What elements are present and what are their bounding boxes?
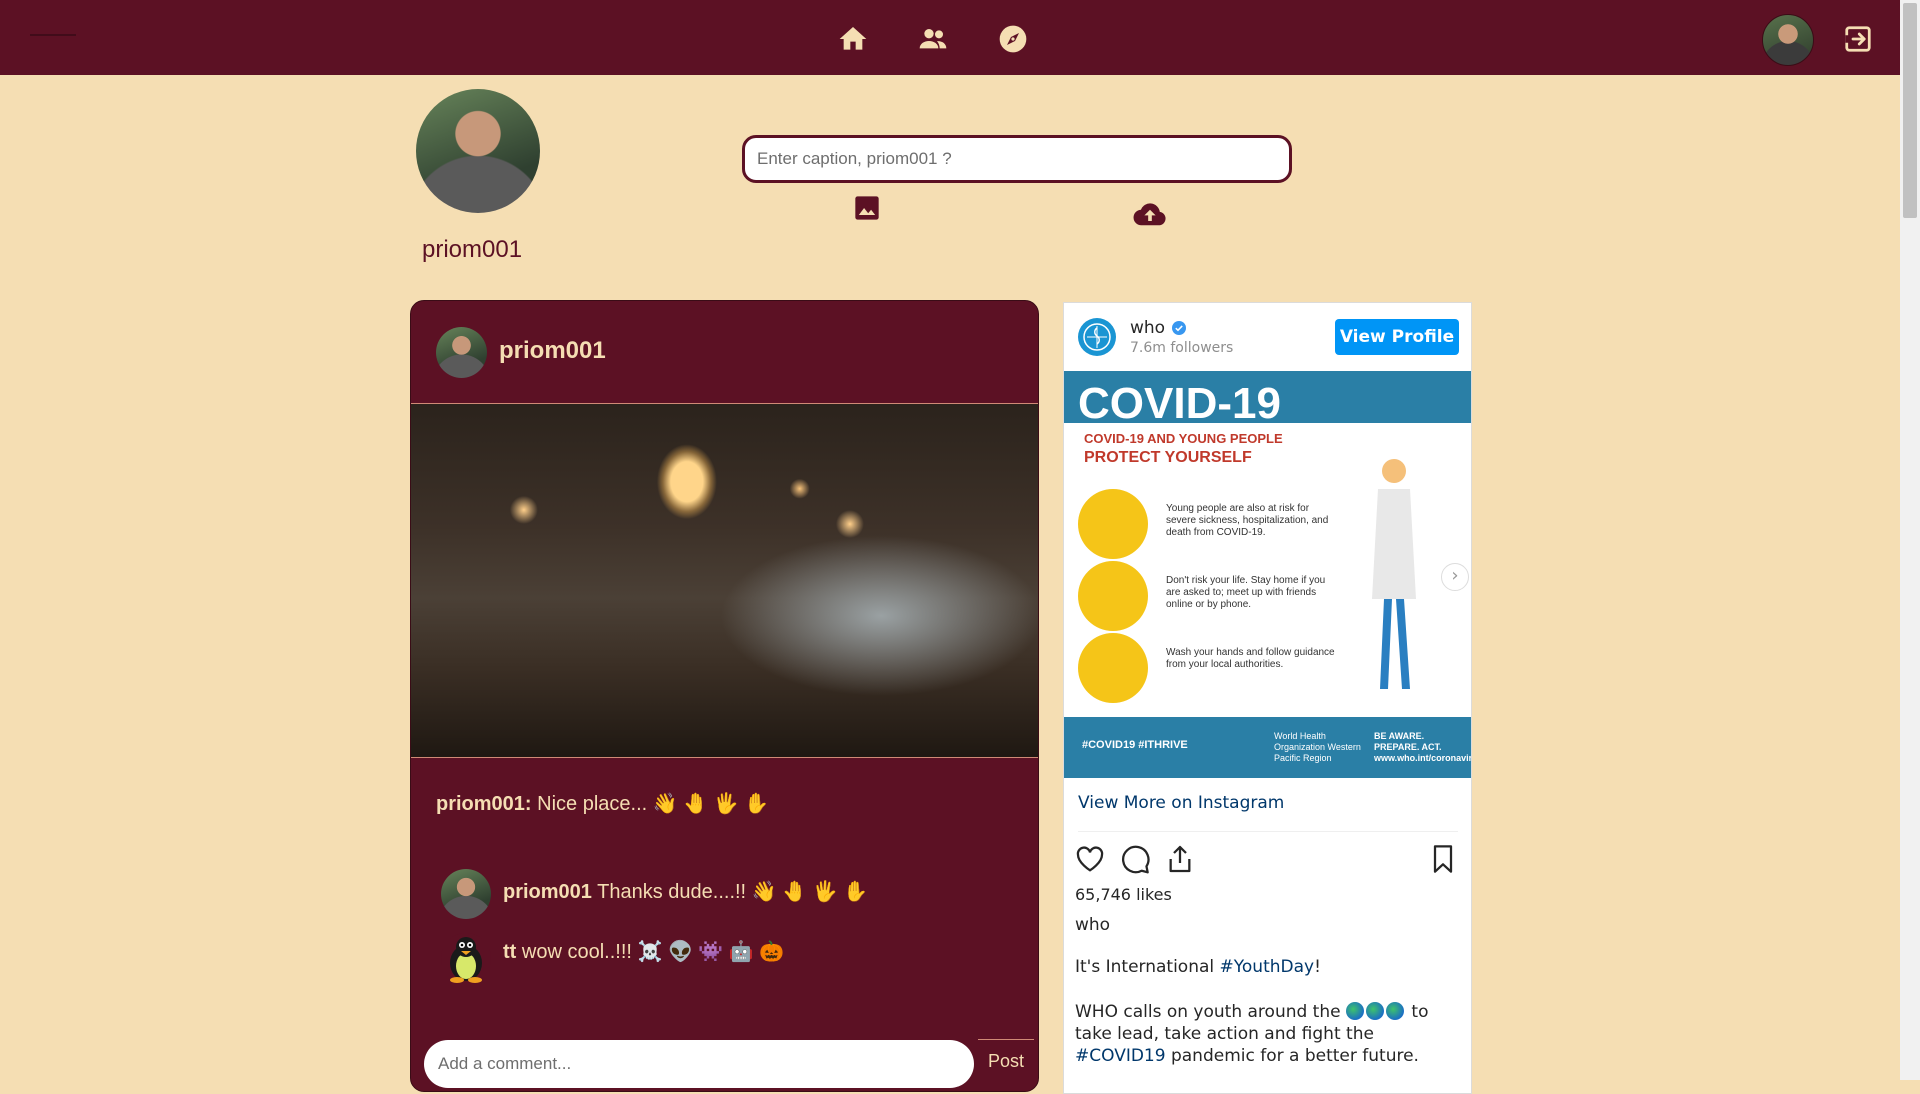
who-logo[interactable]	[1078, 318, 1116, 356]
post-caption-user: priom001:	[436, 793, 532, 815]
post-card: priom001 priom001: Nice place... 👋 🤚 🖐 ✋…	[410, 300, 1039, 1092]
home-person-icon	[1078, 561, 1148, 631]
covid-tags: #COVID19 #ITHRIVE	[1082, 739, 1188, 751]
post-author-avatar[interactable]	[436, 327, 487, 378]
hand-wash-icon	[1078, 633, 1148, 703]
post-caption: priom001: Nice place... 👋 🤚 🖐 ✋	[436, 791, 769, 816]
covid-title: COVID-19	[1078, 379, 1281, 428]
embed-post-image[interactable]: COVID-19 COVID-19 AND YOUNG PEOPLE PROTE…	[1064, 371, 1471, 778]
embed-caption-line: It's International #YouthDay!	[1075, 957, 1321, 977]
comment-text: wow cool..!!! ☠️ 👽 👾 🤖 🎃	[521, 941, 785, 963]
caption-input[interactable]	[742, 135, 1292, 183]
aware-label: BE AWARE. PREPARE. ACT. www.who.int/coro…	[1374, 731, 1471, 763]
top-navbar	[0, 0, 1900, 75]
embed-followers: 7.6m followers	[1130, 340, 1234, 356]
logo[interactable]	[30, 34, 76, 36]
tux-avatar-icon	[441, 933, 491, 983]
comment-user: tt	[503, 941, 517, 963]
globe-icon	[1386, 1002, 1404, 1020]
bookmark-icon[interactable]	[1427, 843, 1459, 875]
profile-avatar[interactable]	[416, 89, 540, 213]
covid-tip-text: Young people are also at risk for severe…	[1166, 503, 1329, 538]
covid-subtitle: COVID-19 AND YOUNG PEOPLE	[1084, 431, 1283, 446]
virus-icon	[1078, 489, 1148, 559]
explore-icon[interactable]	[997, 23, 1029, 55]
image-icon[interactable]	[853, 194, 881, 222]
embed-caption-user[interactable]: who	[1075, 915, 1110, 935]
view-more-link[interactable]: View More on Instagram	[1078, 793, 1284, 813]
caption-text: !	[1314, 957, 1321, 977]
who-region-label: World Health Organization Western Pacifi…	[1274, 731, 1361, 763]
scrollbar-thumb[interactable]	[1903, 3, 1917, 218]
hashtag-link[interactable]: #YouthDay	[1220, 957, 1315, 977]
comment-avatar	[441, 869, 491, 919]
caption-text: It's International	[1075, 957, 1220, 977]
comment-text: Thanks dude....!! 👋 🤚 🖐 ✋	[597, 881, 868, 903]
comment-icon[interactable]	[1119, 843, 1151, 875]
friends-icon[interactable]	[917, 23, 949, 55]
caption-text: WHO calls on youth around the	[1075, 1002, 1346, 1022]
share-icon[interactable]	[1164, 843, 1196, 875]
home-icon[interactable]	[837, 23, 869, 55]
covid-heading: PROTECT YOURSELF	[1084, 449, 1252, 466]
logout-icon[interactable]	[1843, 24, 1873, 54]
instagram-embed: who 7.6m followers View Profile COVID-19…	[1063, 302, 1472, 1094]
upload-icon[interactable]	[1133, 200, 1167, 228]
divider	[1078, 831, 1458, 832]
view-profile-button[interactable]: View Profile	[1335, 319, 1459, 355]
post-image	[411, 403, 1038, 758]
covid-footer: #COVID19 #ITHRIVE World Health Organizat…	[1064, 717, 1471, 778]
post-author-name[interactable]: priom001	[499, 337, 606, 365]
hashtag-link[interactable]: #COVID19	[1075, 1046, 1166, 1066]
globe-icon	[1346, 1002, 1364, 1020]
post-caption-text: Nice place... 👋 🤚 🖐 ✋	[537, 793, 770, 815]
user-avatar[interactable]	[1762, 14, 1814, 66]
comment-user: priom001	[503, 881, 592, 903]
verified-badge-icon	[1171, 320, 1187, 336]
embed-caption-line: WHO calls on youth around the to take le…	[1075, 1001, 1460, 1067]
comment-input[interactable]	[424, 1040, 974, 1088]
caption-text: pandemic for a better future.	[1165, 1046, 1419, 1066]
profile-username: priom001	[422, 236, 523, 263]
heart-icon[interactable]	[1074, 843, 1106, 875]
embed-account-name[interactable]: who	[1130, 318, 1165, 338]
next-slide-button[interactable]: ›	[1441, 563, 1469, 591]
covid-tip-text: Don't risk your life. Stay home if you a…	[1166, 575, 1326, 610]
doctor-illustration	[1334, 451, 1424, 701]
globe-icon	[1366, 1002, 1384, 1020]
post-comment-button[interactable]: Post	[978, 1039, 1034, 1082]
likes-count: 65,746 likes	[1075, 885, 1172, 904]
covid-tip-text: Wash your hands and follow guidance from…	[1166, 647, 1335, 670]
